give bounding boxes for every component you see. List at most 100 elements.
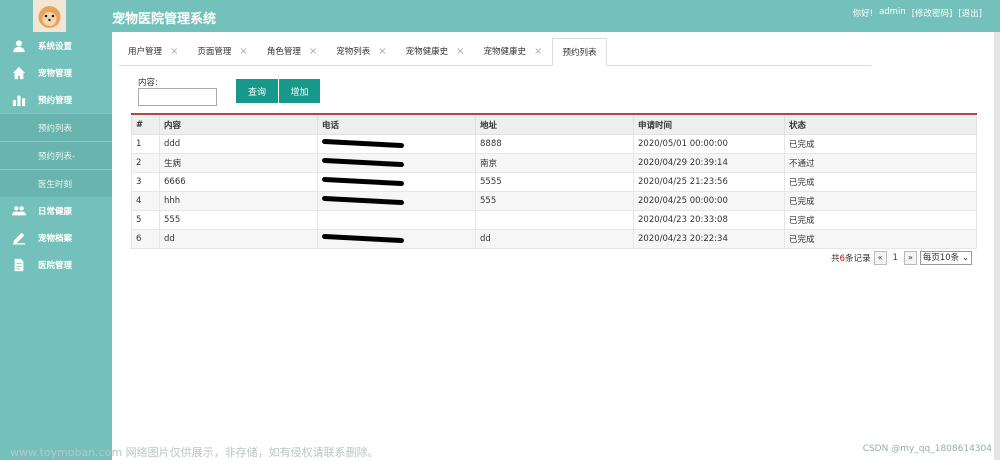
table-row[interactable]: 4 hhh 555 2020/04/25 00:00:00 已完成 <box>131 191 977 211</box>
cell-number: 6 <box>131 229 160 249</box>
user-area: 你好! admin [修改密码] [退出] <box>853 7 982 19</box>
cell-status: 已完成 <box>784 172 977 192</box>
cell-apply-time: 2020/04/25 21:23:56 <box>633 172 785 192</box>
column-header-number[interactable]: # <box>131 113 160 135</box>
cell-number: 4 <box>131 191 160 211</box>
redaction-mark <box>321 195 405 206</box>
cell-apply-time: 2020/04/29 20:39:14 <box>633 153 785 173</box>
cell-address: dd <box>475 229 634 249</box>
cell-phone <box>317 134 476 154</box>
sidebar-subitem-doctor-schedule[interactable]: 医生时刻 <box>0 169 112 197</box>
tab-pet-health-history[interactable]: 宠物健康史 × <box>397 38 475 64</box>
query-button[interactable]: 查询 <box>236 79 278 103</box>
add-button[interactable]: 增加 <box>279 79 320 103</box>
tab-user-management[interactable]: 用户管理 × <box>119 38 188 64</box>
redaction-mark <box>321 233 405 244</box>
table-row[interactable]: 5 555 2020/04/23 20:33:08 已完成 <box>131 210 977 230</box>
cell-address <box>475 210 634 230</box>
table-row[interactable]: 6 dd dd 2020/04/23 20:22:34 已完成 <box>131 229 977 249</box>
tab-label: 宠物健康史 <box>483 47 527 57</box>
sidebar-item-daily-health[interactable]: 日常健康 <box>0 197 112 224</box>
cell-address: 555 <box>475 191 634 211</box>
cell-status: 已完成 <box>784 191 977 211</box>
search-input[interactable] <box>138 88 217 106</box>
tab-role-management[interactable]: 角色管理 × <box>258 38 327 64</box>
cell-status: 已完成 <box>784 134 977 154</box>
tab-pet-health-history-2[interactable]: 宠物健康史 × <box>475 38 553 64</box>
cell-status: 已完成 <box>784 210 977 230</box>
chevron-down-icon: ⌄ <box>961 253 969 263</box>
cell-content: dd <box>159 229 318 249</box>
document-icon <box>0 258 38 272</box>
search-label: 内容: <box>138 78 158 88</box>
user-icon <box>0 39 38 53</box>
column-header-address[interactable]: 地址 <box>475 113 634 135</box>
cell-number: 2 <box>131 153 160 173</box>
watermark-right: CSDN @my_qq_1808614304 <box>862 444 992 454</box>
page-scrollbar[interactable] <box>994 32 1000 460</box>
column-header-content[interactable]: 内容 <box>159 113 318 135</box>
chart-icon <box>0 93 38 107</box>
close-icon[interactable]: × <box>239 46 247 57</box>
group-icon <box>0 204 38 218</box>
tab-pet-list[interactable]: 宠物列表 × <box>327 38 396 64</box>
tab-appointment-list[interactable]: 预约列表 <box>552 38 608 66</box>
appointment-table: # 内容 电话 地址 申请时间 状态 1 ddd 8888 2020/05/01… <box>131 113 977 249</box>
tab-label: 预约列表 <box>562 48 597 58</box>
logout-link[interactable]: [退出] <box>958 7 982 19</box>
cell-apply-time: 2020/04/23 20:33:08 <box>633 210 785 230</box>
cell-address: 南京 <box>475 153 634 173</box>
sidebar-item-system-settings[interactable]: 系统设置 <box>0 32 112 59</box>
cell-number: 3 <box>131 172 160 192</box>
column-header-phone[interactable]: 电话 <box>317 113 476 135</box>
cell-content: 555 <box>159 210 318 230</box>
cell-status: 已完成 <box>784 229 977 249</box>
greeting-text: 你好! <box>852 9 874 19</box>
sidebar: 系统设置 宠物管理 预约管理 预约列表 预约列表- 医生时刻 日常健康 宠物档案… <box>0 32 112 460</box>
sidebar-item-label: 日常健康 <box>38 206 73 217</box>
table-row[interactable]: 1 ddd 8888 2020/05/01 00:00:00 已完成 <box>131 134 977 154</box>
cell-content: 生病 <box>159 153 318 173</box>
column-header-apply-time[interactable]: 申请时间 <box>633 113 785 135</box>
close-icon[interactable]: × <box>170 46 178 57</box>
tab-label: 宠物列表 <box>336 47 371 57</box>
page-size-select[interactable]: 每页10条 ⌄ <box>919 251 972 265</box>
sidebar-item-appointment-management[interactable]: 预约管理 <box>0 86 112 113</box>
table-row[interactable]: 2 生病 南京 2020/04/29 20:39:14 不通过 <box>131 153 977 173</box>
app-title: 宠物医院管理系统 <box>112 12 217 27</box>
prev-page-button[interactable]: « <box>873 251 887 265</box>
sidebar-subitem-appointment-list[interactable]: 预约列表 <box>0 113 112 141</box>
close-icon[interactable]: × <box>309 46 317 57</box>
cell-phone <box>317 153 476 173</box>
table-header-row: # 内容 电话 地址 申请时间 状态 <box>131 113 977 135</box>
cell-address: 5555 <box>475 172 634 192</box>
cell-phone <box>317 172 476 192</box>
cell-content: ddd <box>159 134 318 154</box>
redaction-mark <box>321 176 405 187</box>
current-page-number[interactable]: 1 <box>890 253 901 263</box>
close-icon[interactable]: × <box>456 46 464 57</box>
next-page-button[interactable]: » <box>903 251 917 265</box>
redaction-mark <box>321 157 405 168</box>
sidebar-item-hospital-management[interactable]: 医院管理 <box>0 251 112 278</box>
tab-bar: 用户管理 × 页面管理 × 角色管理 × 宠物列表 × 宠物健康史 × 宠物健康… <box>119 38 871 66</box>
sidebar-subitem-appointment-list-alt[interactable]: 预约列表- <box>0 141 112 169</box>
cell-number: 1 <box>131 134 160 154</box>
change-password-link[interactable]: [修改密码] <box>912 7 953 19</box>
table-row[interactable]: 3 6666 5555 2020/04/25 21:23:56 已完成 <box>131 172 977 192</box>
sidebar-item-pet-records[interactable]: 宠物档案 <box>0 224 112 251</box>
cell-phone <box>317 229 476 249</box>
edit-icon <box>0 231 38 245</box>
close-icon[interactable]: × <box>378 46 386 57</box>
cell-phone <box>317 210 476 230</box>
sidebar-item-label: 系统设置 <box>38 41 73 52</box>
cell-address: 8888 <box>475 134 634 154</box>
redaction-mark <box>321 138 405 149</box>
sidebar-item-label: 医院管理 <box>38 260 73 271</box>
sidebar-item-pet-management[interactable]: 宠物管理 <box>0 59 112 86</box>
cell-apply-time: 2020/05/01 00:00:00 <box>633 134 785 154</box>
column-header-status[interactable]: 状态 <box>784 113 977 135</box>
pagination: 共6条记录 « 1 » 每页10条 ⌄ <box>831 251 972 265</box>
close-icon[interactable]: × <box>534 46 542 57</box>
tab-page-management[interactable]: 页面管理 × <box>188 38 257 64</box>
